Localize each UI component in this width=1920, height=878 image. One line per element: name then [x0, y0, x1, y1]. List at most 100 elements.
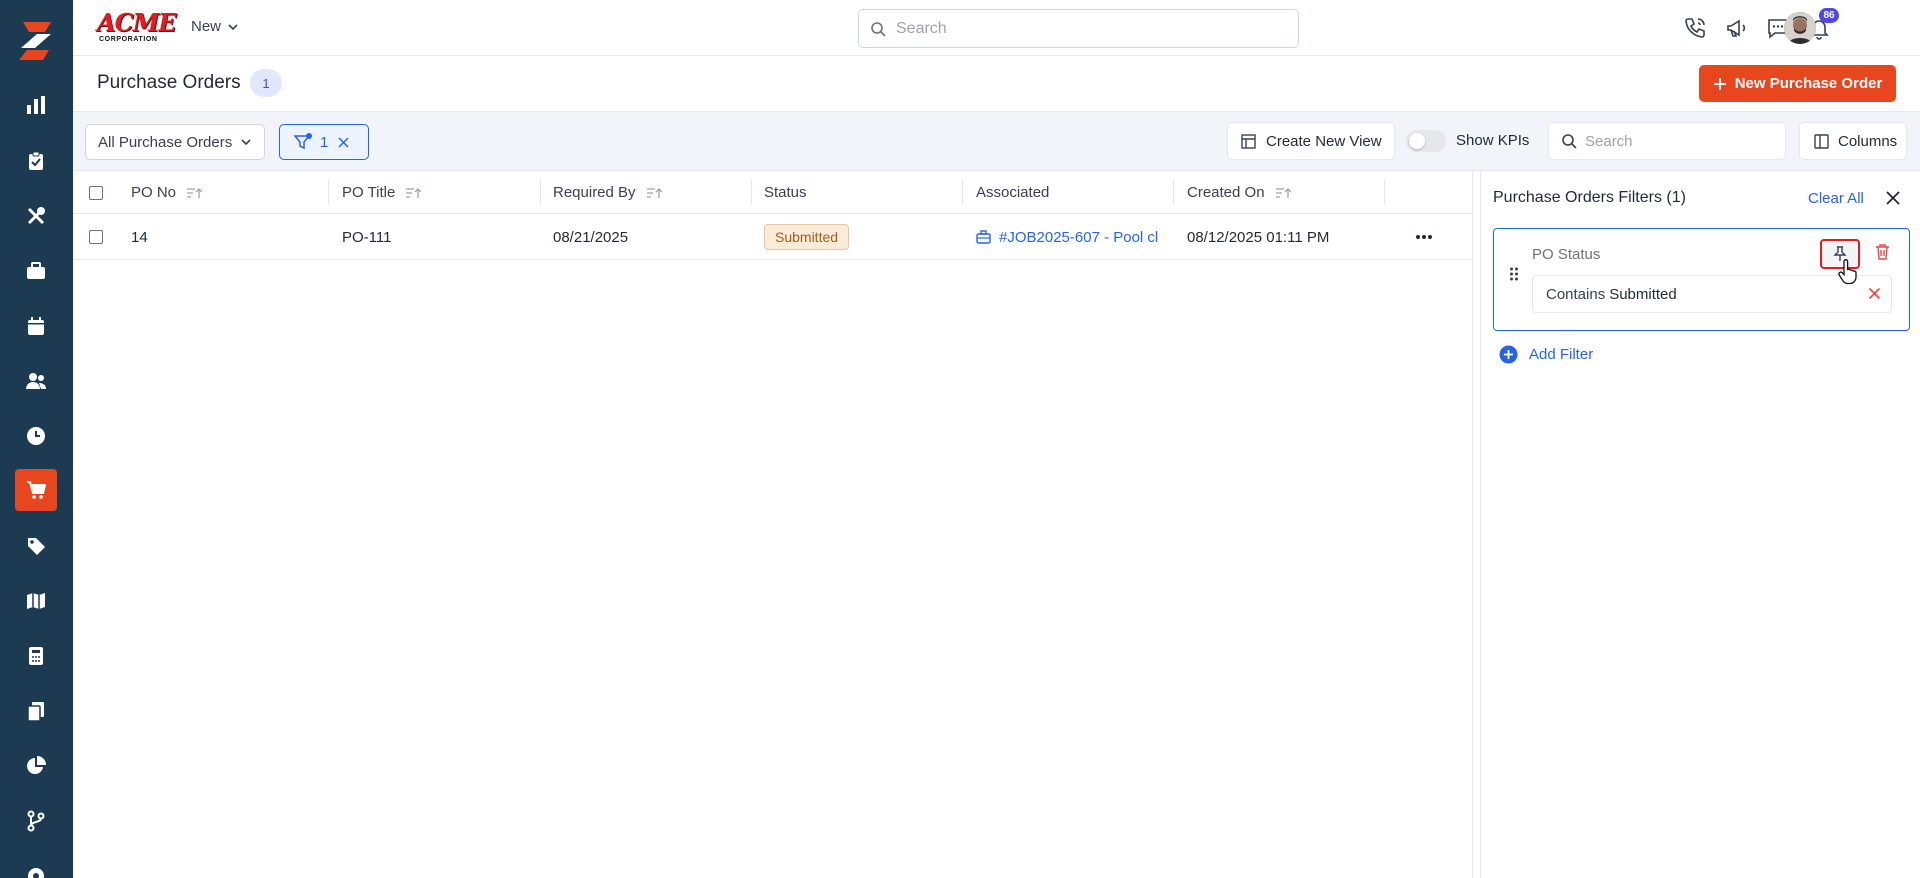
nav-analytics[interactable]	[15, 745, 57, 787]
view-select-value: All Purchase Orders	[98, 133, 233, 151]
close-filters-button[interactable]	[1885, 190, 1901, 206]
clock-icon	[27, 427, 45, 445]
column-header-po-title[interactable]: PO Title	[342, 171, 422, 214]
active-filters-chip[interactable]: 1	[279, 124, 369, 160]
search-icon	[871, 21, 886, 37]
brand-name: ACME	[97, 8, 177, 37]
column-header-label: Created On	[1187, 184, 1265, 201]
add-filter-button[interactable]: Add Filter	[1499, 345, 1593, 364]
nav-estimates[interactable]	[15, 635, 57, 677]
trash-icon	[1876, 244, 1889, 260]
calendar-icon	[28, 317, 44, 335]
list-search[interactable]	[1548, 122, 1786, 160]
phone-button[interactable]	[1681, 14, 1709, 42]
close-icon	[1868, 287, 1881, 300]
clear-all-link[interactable]: Clear All	[1808, 190, 1864, 207]
select-all-checkbox[interactable]	[89, 185, 103, 200]
announcements-button[interactable]	[1723, 14, 1751, 42]
columns-icon	[1814, 133, 1829, 149]
tag-icon	[28, 538, 45, 555]
close-icon[interactable]	[338, 136, 349, 148]
nav-map[interactable]	[15, 580, 57, 622]
create-new-view-button[interactable]: Create New View	[1227, 122, 1395, 160]
top-bar: ACME CORPORATION New 86	[73, 0, 1920, 56]
nav-settings[interactable]	[15, 855, 57, 878]
view-select[interactable]: All Purchase Orders	[85, 124, 265, 160]
phone-icon	[1685, 18, 1705, 38]
column-separator	[1384, 180, 1385, 205]
nav-reports[interactable]	[15, 84, 57, 126]
cell-po-title[interactable]: PO-111	[342, 214, 391, 260]
filter-active-dot	[306, 133, 312, 139]
filters-panel-title: Purchase Orders Filters (1)	[1493, 189, 1686, 206]
cell-associated[interactable]: #JOB2025-607 - Pool cl	[976, 214, 1161, 260]
nav-calendar[interactable]	[15, 305, 57, 347]
global-search-input[interactable]	[896, 19, 1276, 38]
nav-purchase-orders[interactable]	[15, 469, 57, 511]
tools-icon	[27, 207, 45, 225]
sort-icon[interactable]	[1275, 187, 1291, 199]
column-separator	[962, 180, 963, 205]
plus-circle-icon	[1499, 345, 1518, 364]
column-header-status[interactable]: Status	[764, 171, 807, 214]
create-new-view-label: Create New View	[1266, 132, 1382, 150]
nav-work-orders[interactable]	[15, 140, 57, 182]
remove-condition-button[interactable]	[1868, 287, 1881, 300]
sort-icon[interactable]	[186, 187, 203, 199]
column-header-associated[interactable]: Associated	[976, 171, 1049, 214]
new-purchase-order-button[interactable]: New Purchase Order	[1699, 65, 1896, 102]
column-separator	[328, 180, 329, 205]
associated-job-link[interactable]: #JOB2025-607 - Pool cl	[976, 229, 1161, 246]
column-separator	[1173, 180, 1174, 205]
brand-logo[interactable]: ACME CORPORATION	[97, 10, 177, 44]
column-header-created-on[interactable]: Created On	[1187, 171, 1291, 214]
cell-required-by: 08/21/2025	[553, 228, 629, 246]
nav-customers[interactable]	[15, 360, 57, 402]
show-kpis-toggle[interactable]	[1406, 130, 1446, 152]
row-actions-button[interactable]	[1412, 226, 1436, 248]
drag-handle-icon[interactable]	[1509, 267, 1519, 281]
nav-pricebook[interactable]	[15, 525, 57, 567]
cart-icon	[27, 481, 47, 499]
filter-card: PO Status Contains Submitted	[1493, 228, 1910, 331]
table-row[interactable]: 14 PO-111 08/21/2025 Submitted #JOB2025-…	[73, 214, 1473, 260]
users-icon	[26, 373, 46, 389]
table-grid-icon	[1241, 133, 1256, 149]
briefcase-icon	[976, 230, 991, 244]
list-search-input[interactable]	[1585, 132, 1775, 150]
sort-icon[interactable]	[405, 187, 422, 199]
nav-jobs[interactable]	[15, 250, 57, 292]
page-title: Purchase Orders	[97, 72, 241, 93]
delete-filter-button[interactable]	[1875, 244, 1890, 260]
new-menu-label: New	[191, 18, 222, 35]
settings-icon	[28, 868, 44, 878]
pie-chart-icon	[27, 756, 46, 774]
column-header-required-by[interactable]: Required By	[553, 171, 662, 214]
sort-icon[interactable]	[646, 187, 662, 199]
sidebar	[0, 0, 73, 878]
global-search[interactable]	[858, 9, 1299, 48]
column-header-po-no[interactable]: PO No	[131, 171, 203, 214]
new-menu-button[interactable]: New	[191, 18, 239, 35]
chevron-down-icon	[241, 139, 251, 146]
nav-documents[interactable]	[15, 690, 57, 732]
columns-button[interactable]: Columns	[1799, 122, 1907, 160]
page-header: Purchase Orders 1 New Purchase Order	[73, 56, 1920, 111]
user-avatar[interactable]	[1784, 12, 1816, 44]
record-count-badge: 1	[250, 69, 282, 97]
clipboard-icon	[29, 151, 43, 170]
status-badge: Submitted	[764, 224, 850, 250]
nav-tools[interactable]	[15, 195, 57, 237]
column-header-label: PO No	[131, 184, 177, 201]
app-logo-icon[interactable]	[15, 18, 57, 62]
reports-icon	[27, 96, 45, 114]
cell-po-no[interactable]: 14	[131, 214, 148, 260]
row-checkbox[interactable]	[89, 230, 103, 244]
select-all-cell	[89, 171, 103, 214]
hand-cursor-icon	[1837, 259, 1859, 285]
nav-timesheets[interactable]	[15, 415, 57, 457]
more-horizontal-icon	[1416, 235, 1432, 239]
add-filter-label: Add Filter	[1529, 346, 1594, 363]
nav-workflows[interactable]	[15, 800, 57, 842]
plus-icon	[1713, 77, 1726, 90]
